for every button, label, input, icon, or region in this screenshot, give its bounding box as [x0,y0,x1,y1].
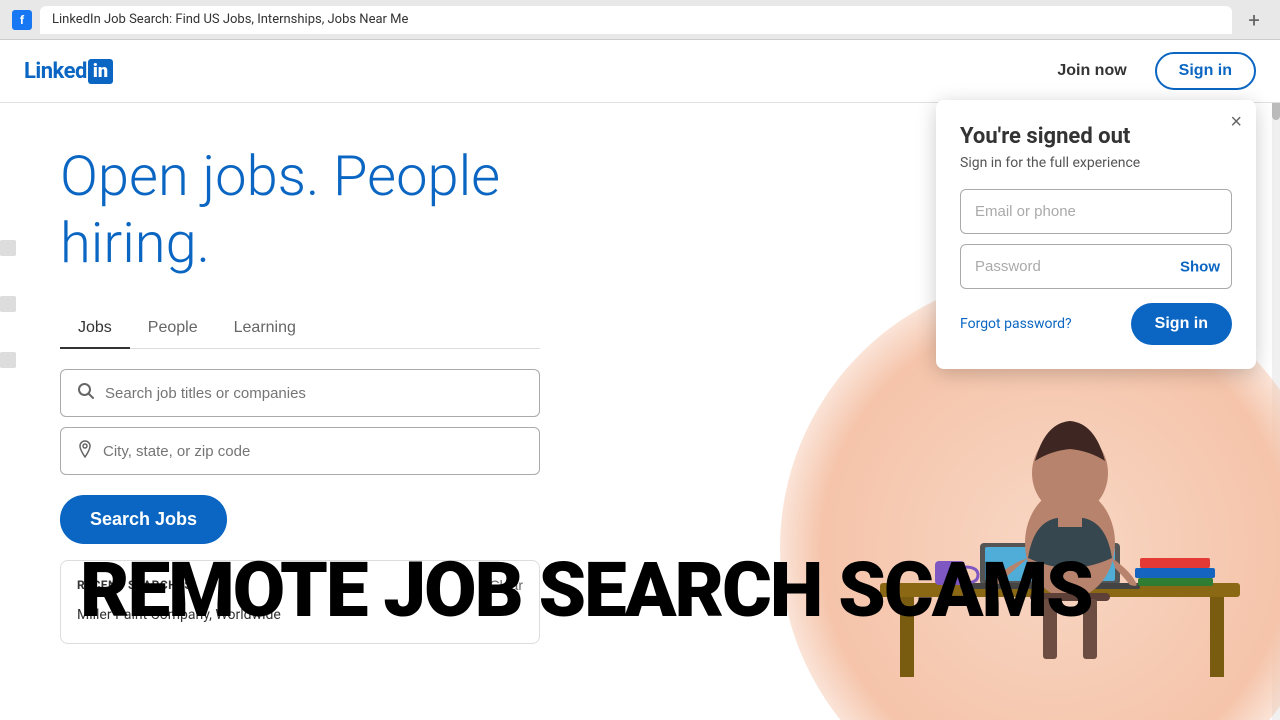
password-wrap: Show [960,244,1232,289]
job-search-wrap [60,369,540,417]
new-tab-button[interactable]: + [1240,6,1268,34]
tabs-container: Jobs People Learning [60,309,540,349]
location-wrap [60,427,540,475]
clear-recent-button[interactable]: Clear [490,577,523,593]
sign-in-button[interactable]: Sign in [1155,52,1256,90]
modal-signin-button[interactable]: Sign in [1131,303,1232,345]
modal-footer: Forgot password? Sign in [960,303,1232,345]
modal-subtitle: Sign in for the full experience [960,155,1232,171]
hero-title: Open jobs. People hiring. [60,143,600,277]
location-input[interactable] [103,443,523,460]
recent-searches-panel: RECENT SEARCHES Clear Miller Paint Compa… [60,560,540,644]
show-password-button[interactable]: Show [1180,258,1220,275]
signin-modal: × You're signed out Sign in for the full… [936,100,1256,369]
modal-close-button[interactable]: × [1230,112,1242,132]
forgot-password-link[interactable]: Forgot password? [960,316,1072,332]
nav-actions: Join now Sign in [1045,52,1256,90]
page: Linked in Join now Sign in [0,40,1280,720]
search-area: Search Jobs RECENT SEARCHES Clear Miller… [60,369,540,644]
job-search-input[interactable] [105,385,523,402]
logo-text: Linked [24,59,87,84]
join-now-button[interactable]: Join now [1045,54,1138,88]
recent-searches-header: RECENT SEARCHES Clear [77,577,523,593]
tab-learning[interactable]: Learning [216,309,314,349]
navbar: Linked in Join now Sign in [0,40,1280,103]
search-jobs-button[interactable]: Search Jobs [60,495,227,544]
browser-tab[interactable]: LinkedIn Job Search: Find US Jobs, Inter… [40,6,1232,34]
email-field[interactable] [960,189,1232,234]
browser-chrome: f LinkedIn Job Search: Find US Jobs, Int… [0,0,1280,40]
tab-jobs[interactable]: Jobs [60,309,130,349]
tab-people[interactable]: People [130,309,216,349]
logo: Linked in [24,59,113,84]
search-icon [77,382,95,404]
location-icon [77,440,93,462]
logo-in-badge: in [88,59,113,84]
recent-searches-title: RECENT SEARCHES [77,578,192,592]
recent-search-item[interactable]: Miller Paint Company, Worldwide [77,603,523,627]
browser-favicon: f [12,10,32,30]
modal-title: You're signed out [960,124,1232,149]
